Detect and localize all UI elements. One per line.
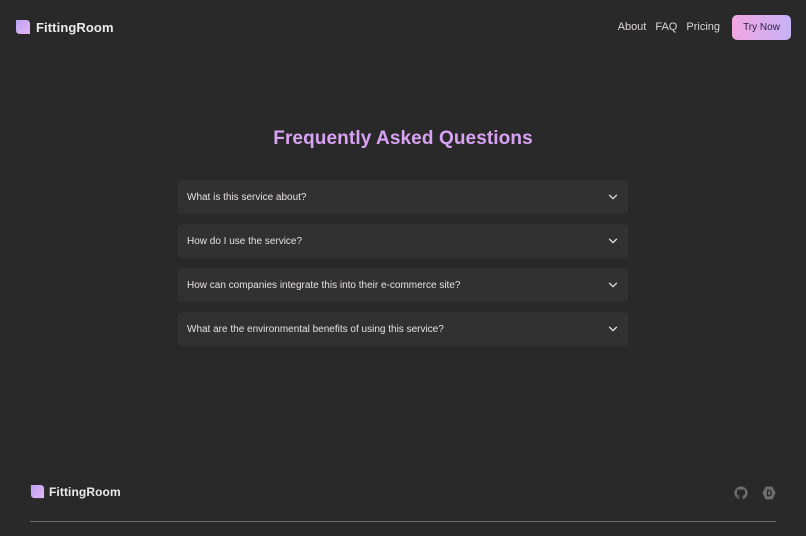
faq-question: How do I use the service? [187, 235, 303, 247]
page: FittingRoom About FAQ Pricing Try Now Fr… [0, 0, 806, 536]
devpost-icon[interactable] [762, 486, 776, 500]
footer-brand[interactable]: FittingRoom [30, 484, 121, 499]
github-icon[interactable] [734, 486, 748, 500]
faq-question: How can companies integrate this into th… [187, 279, 461, 291]
try-now-button[interactable]: Try Now [732, 14, 791, 40]
chevron-down-icon [608, 326, 618, 332]
chevron-down-icon [608, 282, 618, 288]
faq-title: Frequently Asked Questions [273, 128, 533, 149]
chevron-down-icon [608, 194, 618, 200]
faq-item[interactable]: How do I use the service? [178, 224, 628, 258]
faq-list: What is this service about? How do I use… [178, 180, 628, 356]
leaf-logo-icon [30, 484, 45, 499]
brand-name: FittingRoom [36, 19, 114, 35]
chevron-down-icon [608, 238, 618, 244]
footer-brand-name: FittingRoom [49, 484, 121, 499]
faq-question: What are the environmental benefits of u… [187, 323, 444, 335]
faq-question: What is this service about? [187, 191, 307, 203]
nav-about[interactable]: About [618, 21, 647, 33]
site-header: FittingRoom About FAQ Pricing Try Now [0, 0, 806, 54]
leaf-logo-icon [16, 20, 30, 34]
faq-item[interactable]: What is this service about? [178, 180, 628, 214]
brand[interactable]: FittingRoom [15, 19, 114, 35]
footer-divider [30, 521, 776, 522]
nav-faq[interactable]: FAQ [655, 21, 677, 33]
main-nav: About FAQ Pricing Try Now [618, 14, 791, 40]
faq-item[interactable]: What are the environmental benefits of u… [178, 312, 628, 346]
nav-pricing[interactable]: Pricing [686, 21, 720, 33]
faq-item[interactable]: How can companies integrate this into th… [178, 268, 628, 302]
footer-social-links [734, 486, 776, 500]
